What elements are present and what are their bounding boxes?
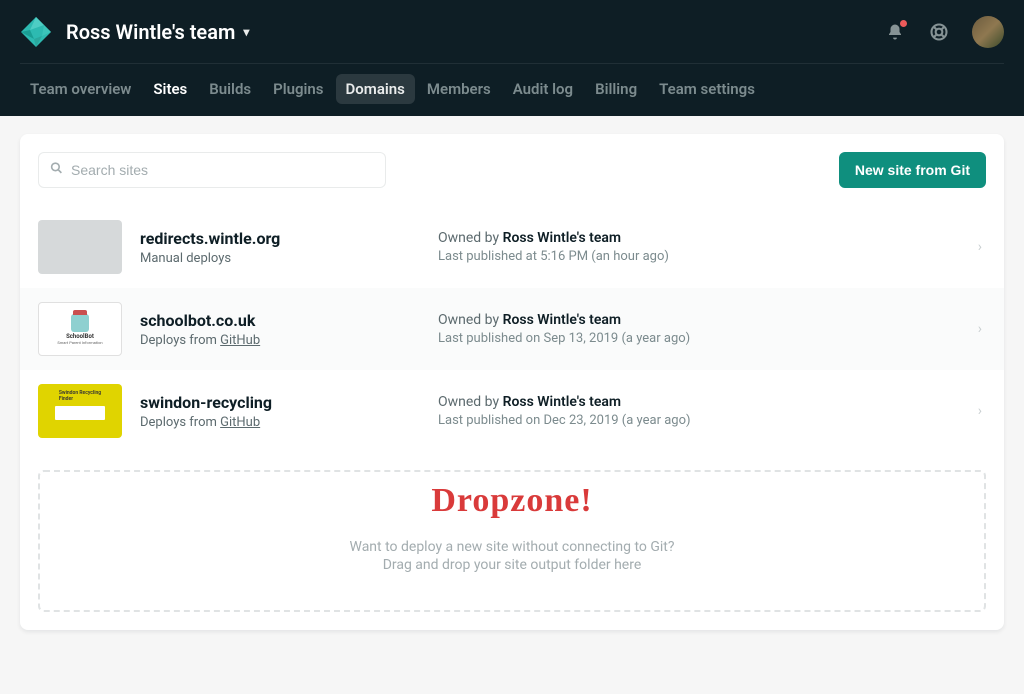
help-button[interactable] bbox=[928, 21, 950, 43]
site-thumbnail: SchoolBotSmart Parent Information bbox=[38, 302, 122, 356]
site-meta: Owned by Ross Wintle's team Last publishe… bbox=[438, 312, 960, 346]
site-title: swindon-recycling bbox=[140, 393, 420, 412]
site-thumbnail bbox=[38, 220, 122, 274]
team-name-label: Ross Wintle's team bbox=[66, 20, 235, 44]
notifications-button[interactable] bbox=[884, 21, 906, 43]
site-title: schoolbot.co.uk bbox=[140, 311, 420, 330]
nav-item-audit-log[interactable]: Audit log bbox=[503, 74, 583, 104]
site-deploy-source: Manual deploys bbox=[140, 251, 420, 266]
owner-name: Ross Wintle's team bbox=[503, 230, 622, 246]
site-thumbnail: Swindon RecyclingFinder bbox=[38, 384, 122, 438]
site-published: Last published on Sep 13, 2019 (a year a… bbox=[438, 331, 960, 346]
netlify-logo-icon[interactable] bbox=[20, 16, 52, 48]
new-site-button[interactable]: New site from Git bbox=[839, 152, 986, 188]
nav-item-domains[interactable]: Domains bbox=[336, 74, 415, 104]
site-info: redirects.wintle.org Manual deploys bbox=[140, 229, 420, 266]
site-row[interactable]: redirects.wintle.org Manual deploys Owned … bbox=[20, 206, 1004, 288]
header-left: Ross Wintle's team ▾ bbox=[20, 16, 249, 48]
header-right bbox=[884, 16, 1004, 48]
avatar[interactable] bbox=[972, 16, 1004, 48]
chevron-right-icon: › bbox=[978, 239, 986, 255]
deploy-prefix: Deploys from bbox=[140, 333, 220, 348]
dropzone-annotation: Dropzone! bbox=[431, 482, 592, 520]
content: New site from Git redirects.wintle.org Ma… bbox=[0, 116, 1024, 648]
site-published: Last published on Dec 23, 2019 (a year a… bbox=[438, 413, 960, 428]
card-toolbar: New site from Git bbox=[20, 152, 1004, 206]
dropzone-text: Want to deploy a new site without connec… bbox=[350, 537, 675, 575]
sites-list: redirects.wintle.org Manual deploys Owned … bbox=[20, 206, 1004, 452]
site-owner: Owned by Ross Wintle's team bbox=[438, 312, 960, 328]
owner-label: Owned by bbox=[438, 394, 499, 410]
notification-dot bbox=[900, 20, 907, 27]
site-owner: Owned by Ross Wintle's team bbox=[438, 230, 960, 246]
header-top: Ross Wintle's team ▾ bbox=[20, 0, 1004, 64]
nav-item-billing[interactable]: Billing bbox=[585, 74, 647, 104]
dropzone-line1: Want to deploy a new site without connec… bbox=[350, 539, 675, 555]
nav-item-plugins[interactable]: Plugins bbox=[263, 74, 333, 104]
chevron-right-icon: › bbox=[978, 321, 986, 337]
header: Ross Wintle's team ▾ Team ove bbox=[0, 0, 1024, 116]
site-row[interactable]: SchoolBotSmart Parent Information schoolb… bbox=[20, 288, 1004, 370]
site-meta: Owned by Ross Wintle's team Last publishe… bbox=[438, 230, 960, 264]
site-info: swindon-recycling Deploys from GitHub bbox=[140, 393, 420, 430]
owner-name: Ross Wintle's team bbox=[503, 312, 622, 328]
deploy-prefix: Deploys from bbox=[140, 415, 220, 430]
owner-name: Ross Wintle's team bbox=[503, 394, 622, 410]
site-owner: Owned by Ross Wintle's team bbox=[438, 394, 960, 410]
nav-item-sites[interactable]: Sites bbox=[143, 74, 197, 104]
nav-item-members[interactable]: Members bbox=[417, 74, 501, 104]
site-published: Last published at 5:16 PM (an hour ago) bbox=[438, 249, 960, 264]
site-row[interactable]: Swindon RecyclingFinder swindon-recycling… bbox=[20, 370, 1004, 452]
site-deploy-source: Deploys from GitHub bbox=[140, 333, 420, 348]
nav-item-team-overview[interactable]: Team overview bbox=[20, 74, 141, 104]
lifebuoy-icon bbox=[929, 22, 949, 42]
nav-item-team-settings[interactable]: Team settings bbox=[649, 74, 765, 104]
nav-item-builds[interactable]: Builds bbox=[199, 74, 261, 104]
owner-label: Owned by bbox=[438, 312, 499, 328]
owner-label: Owned by bbox=[438, 230, 499, 246]
site-deploy-source: Deploys from GitHub bbox=[140, 415, 420, 430]
chevron-right-icon: › bbox=[978, 403, 986, 419]
dropzone[interactable]: Dropzone! Want to deploy a new site with… bbox=[38, 470, 986, 612]
dropzone-line2: Drag and drop your site output folder he… bbox=[350, 557, 675, 573]
deploy-prefix: Manual deploys bbox=[140, 251, 231, 266]
sites-card: New site from Git redirects.wintle.org Ma… bbox=[20, 134, 1004, 630]
deploy-source-link[interactable]: GitHub bbox=[220, 333, 260, 348]
deploy-source-link[interactable]: GitHub bbox=[220, 415, 260, 430]
site-title: redirects.wintle.org bbox=[140, 229, 420, 248]
team-switcher[interactable]: Ross Wintle's team ▾ bbox=[66, 20, 249, 44]
site-meta: Owned by Ross Wintle's team Last publishe… bbox=[438, 394, 960, 428]
search-input[interactable] bbox=[38, 152, 386, 188]
main-nav: Team overviewSitesBuildsPluginsDomainsMe… bbox=[20, 64, 1004, 116]
search-wrap bbox=[38, 152, 386, 188]
search-icon bbox=[50, 162, 63, 179]
site-info: schoolbot.co.uk Deploys from GitHub bbox=[140, 311, 420, 348]
chevron-down-icon: ▾ bbox=[243, 25, 249, 39]
